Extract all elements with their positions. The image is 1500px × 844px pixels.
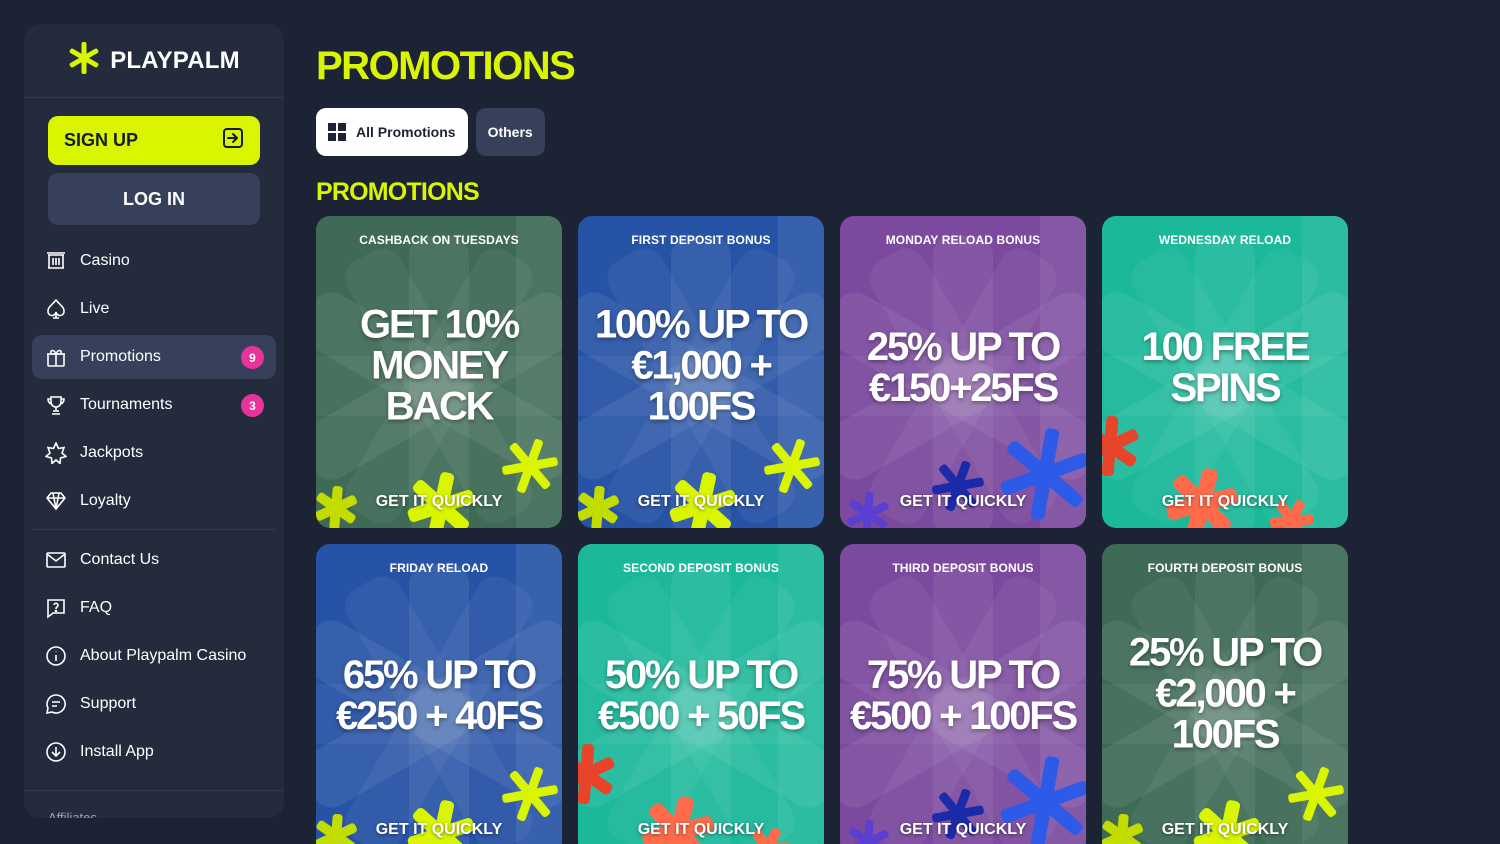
card-cta[interactable]: GET IT QUICKLY [316,821,562,839]
card-cta[interactable]: GET IT QUICKLY [840,493,1086,511]
gift-icon [44,345,68,369]
card-headline: 65% UP TO €250 + 40FS [336,652,544,738]
sidebar-item-promotions[interactable]: Promotions 9 [32,335,276,379]
page-title: PROMOTIONS [316,44,576,88]
sidebar-item-install-app[interactable]: Install App [32,730,276,774]
card-cta[interactable]: GET IT QUICKLY [316,493,562,511]
logo[interactable]: PLAYPALM [24,24,284,98]
sidebar-item-live[interactable]: Live [32,287,276,331]
card-label: CASHBACK ON TUESDAYS [359,233,519,247]
promotions-grid: CASHBACK ON TUESDAYS GET 10% MONEY BACK … [316,216,1348,844]
sidebar-item-contact-us[interactable]: Contact Us [32,538,276,582]
spade-icon [44,297,68,321]
card-cta[interactable]: GET IT QUICKLY [1102,493,1348,511]
sidebar-item-label: Live [80,300,110,317]
sidebar-item-label: Contact Us [80,551,160,568]
star-icon [44,441,68,465]
card-cta[interactable]: GET IT QUICKLY [1102,821,1348,839]
card-headline: 25% UP TO €150+25FS [866,324,1061,410]
promo-card[interactable]: CASHBACK ON TUESDAYS GET 10% MONEY BACK … [316,216,562,528]
sidebar-nav: Casino Live Promotions 9 Tournaments 3 J… [32,239,276,778]
sidebar-item-loyalty[interactable]: Loyalty [32,479,276,523]
sidebar-item-faq[interactable]: FAQ [32,586,276,630]
mail-icon [44,548,68,572]
card-label: FOURTH DEPOSIT BONUS [1147,561,1303,575]
palm-logo-icon [68,41,100,80]
sidebar-item-label: About Playpalm Casino [80,647,247,664]
promo-card[interactable]: MONDAY RELOAD BONUS 25% UP TO €150+25FS … [840,216,1086,528]
promo-card[interactable]: FRIDAY RELOAD 65% UP TO €250 + 40FS GET … [316,544,562,844]
grid-icon [328,123,346,141]
brand-name: PLAYPALM [110,46,240,74]
card-label: SECOND DEPOSIT BONUS [622,561,780,575]
sidebar: PLAYPALM SIGN UP LOG IN Casino Live Prom… [24,24,284,818]
section-title: PROMOTIONS [316,178,480,206]
trophy-icon [44,393,68,417]
question-icon [44,596,68,620]
promo-card[interactable]: FIRST DEPOSIT BONUS 100% UP TO €1,000 + … [578,216,824,528]
card-headline: 100 FREE SPINS [1141,324,1311,410]
card-headline: 25% UP TO €2,000 + 100FS [1128,630,1323,757]
card-cta[interactable]: GET IT QUICKLY [840,821,1086,839]
login-button[interactable]: LOG IN [48,173,260,225]
sidebar-item-label: Install App [80,743,154,760]
sidebar-item-label: Jackpots [80,444,144,461]
card-headline: 100% UP TO €1,000 + 100FS [594,302,809,429]
sidebar-item-label: Tournaments [80,396,173,413]
promo-card[interactable]: THIRD DEPOSIT BONUS 75% UP TO €500 + 100… [840,544,1086,844]
card-cta[interactable]: GET IT QUICKLY [578,493,824,511]
sidebar-item-about[interactable]: About Playpalm Casino [32,634,276,678]
card-label: WEDNESDAY RELOAD [1158,233,1292,247]
card-label: MONDAY RELOAD BONUS [885,233,1041,247]
nav-divider [32,529,276,530]
sidebar-item-support[interactable]: Support [32,682,276,726]
promotion-tabs: All Promotions Others [316,108,545,156]
sidebar-item-casino[interactable]: Casino [32,239,276,283]
tab-others[interactable]: Others [475,108,545,156]
card-cta[interactable]: GET IT QUICKLY [578,821,824,839]
card-label: THIRD DEPOSIT BONUS [892,561,1034,575]
card-headline: 75% UP TO €500 + 100FS [849,652,1078,738]
promotions-count-badge: 9 [241,346,264,369]
tab-label: All Promotions [356,124,456,140]
tab-all-promotions[interactable]: All Promotions [316,108,468,156]
signup-label: SIGN UP [64,130,139,150]
sidebar-item-jackpots[interactable]: Jackpots [32,431,276,475]
download-icon [44,740,68,764]
promo-card[interactable]: SECOND DEPOSIT BONUS 50% UP TO €500 + 50… [578,544,824,844]
card-label: FIRST DEPOSIT BONUS [631,233,771,247]
sidebar-item-tournaments[interactable]: Tournaments 3 [32,383,276,427]
info-icon [44,644,68,668]
login-label: LOG IN [123,188,185,209]
promo-card[interactable]: FOURTH DEPOSIT BONUS 25% UP TO €2,000 + … [1102,544,1348,844]
casino-icon [44,249,68,273]
sidebar-item-label: FAQ [80,599,113,616]
card-label: FRIDAY RELOAD [389,561,489,575]
signup-button[interactable]: SIGN UP [48,116,260,165]
sidebar-item-label: Casino [80,252,130,269]
sidebar-divider [24,790,284,791]
card-headline: GET 10% MONEY BACK [360,302,520,429]
chat-icon [44,692,68,716]
promo-card[interactable]: WEDNESDAY RELOAD 100 FREE SPINS GET IT Q… [1102,216,1348,528]
card-headline: 50% UP TO €500 + 50FS [598,652,806,738]
signup-arrow-icon [222,127,244,154]
sidebar-item-label: Promotions [80,348,161,365]
sidebar-item-label: Loyalty [80,492,131,509]
tournaments-count-badge: 3 [241,394,264,417]
diamond-icon [44,489,68,513]
tab-label: Others [487,124,533,140]
sidebar-item-affiliates[interactable]: Affiliates [48,810,97,818]
sidebar-item-label: Support [80,695,137,712]
